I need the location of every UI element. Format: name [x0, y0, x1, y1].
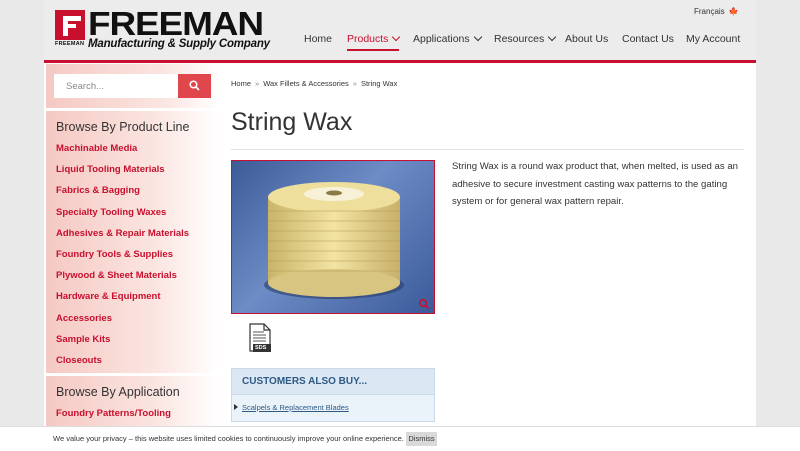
breadcrumb-current: String Wax [360, 79, 398, 88]
application-heading: Browse By Application [56, 385, 180, 399]
chevron-down-icon [392, 32, 401, 42]
freeman-logo[interactable]: FREEMAN FREEMAN Manufacturing & Supply C… [55, 6, 302, 50]
breadcrumb-separator: » [352, 79, 357, 88]
cookie-banner: We value your privacy – this website use… [0, 426, 800, 451]
breadcrumb-home[interactable]: Home [231, 79, 251, 88]
dismiss-button[interactable]: Dismiss [406, 432, 437, 446]
sidebar-item-foundry-tools[interactable]: Foundry Tools & Supplies [46, 244, 219, 265]
logo-wordmark: FREEMAN [88, 5, 264, 42]
sidebar-item-accessories[interactable]: Accessories [46, 308, 219, 329]
search-panel [46, 64, 219, 108]
nav-resources[interactable]: Resources [494, 32, 557, 45]
product-image[interactable] [231, 160, 435, 314]
nav-resources-label: Resources [494, 33, 545, 45]
customers-also-buy-heading: CUSTOMERS ALSO BUY... [232, 369, 434, 395]
sds-document-link[interactable]: SDS [248, 323, 272, 353]
sidebar-item-foundry-patterns[interactable]: Foundry Patterns/Tooling [46, 403, 219, 424]
logo-small-text: FREEMAN [55, 41, 85, 47]
also-buy-item-scalpels[interactable]: Scalpels & Replacement Blades [234, 403, 349, 412]
nav-products-label: Products [347, 33, 389, 45]
freeman-logo-mark-icon [55, 10, 85, 40]
sidebar-item-liquid-tooling-materials[interactable]: Liquid Tooling Materials [46, 159, 219, 180]
sidebar-item-plywood-sheet[interactable]: Plywood & Sheet Materials [46, 265, 219, 286]
nav-contact-us[interactable]: Contact Us [622, 33, 674, 45]
canada-flag-icon: 🍁 [728, 7, 739, 16]
sds-label: SDS [255, 345, 267, 351]
nav-my-account[interactable]: My Account [686, 33, 740, 45]
page: FREEMAN FREEMAN Manufacturing & Supply C… [44, 0, 756, 450]
search-button[interactable] [178, 74, 211, 98]
chevron-down-icon [547, 32, 557, 42]
site-header: FREEMAN FREEMAN Manufacturing & Supply C… [44, 0, 756, 63]
sidebar-item-sample-kits[interactable]: Sample Kits [46, 329, 219, 350]
title-divider [231, 149, 744, 150]
sidebar-item-hardware-equipment[interactable]: Hardware & Equipment [46, 286, 219, 307]
product-description: String Wax is a round wax product that, … [452, 161, 739, 207]
sidebar-item-closeouts[interactable]: Closeouts [46, 350, 219, 371]
cookie-message: We value your privacy – this website use… [53, 434, 404, 443]
logo-tagline: Manufacturing & Supply Company [88, 38, 270, 50]
breadcrumb: Home» Wax Fillets & Accessories» String Wa… [231, 79, 397, 88]
chevron-down-icon [473, 32, 482, 42]
product-line-heading: Browse By Product Line [56, 120, 190, 134]
nav-applications[interactable]: Applications [413, 32, 482, 45]
nav-applications-label: Applications [413, 33, 470, 45]
string-wax-spool-image [264, 182, 404, 299]
language-label[interactable]: Français [694, 7, 725, 16]
sidebar-item-specialty-tooling-waxes[interactable]: Specialty Tooling Waxes [46, 202, 219, 223]
sidebar-item-adhesives-repair[interactable]: Adhesives & Repair Materials [46, 223, 219, 244]
sidebar-item-fabrics-bagging[interactable]: Fabrics & Bagging [46, 180, 219, 201]
nav-products[interactable]: Products [347, 32, 401, 51]
search-input[interactable] [54, 74, 178, 98]
zoom-icon[interactable] [231, 297, 433, 311]
sidebar-item-machinable-media[interactable]: Machinable Media [46, 138, 219, 159]
breadcrumb-separator: » [255, 79, 260, 88]
product-line-panel: Browse By Product Line Machinable Media … [46, 111, 219, 373]
customers-also-buy-panel: CUSTOMERS ALSO BUY... Scalpels & Replace… [231, 368, 435, 422]
search-icon [189, 80, 200, 91]
nav-about-us[interactable]: About Us [565, 33, 608, 45]
nav-home[interactable]: Home [304, 33, 332, 45]
page-title: String Wax [231, 108, 353, 136]
language-switch[interactable]: Français 🍁 [694, 7, 739, 16]
sidebar: Browse By Product Line Machinable Media … [46, 64, 219, 450]
breadcrumb-category[interactable]: Wax Fillets & Accessories [263, 79, 349, 88]
